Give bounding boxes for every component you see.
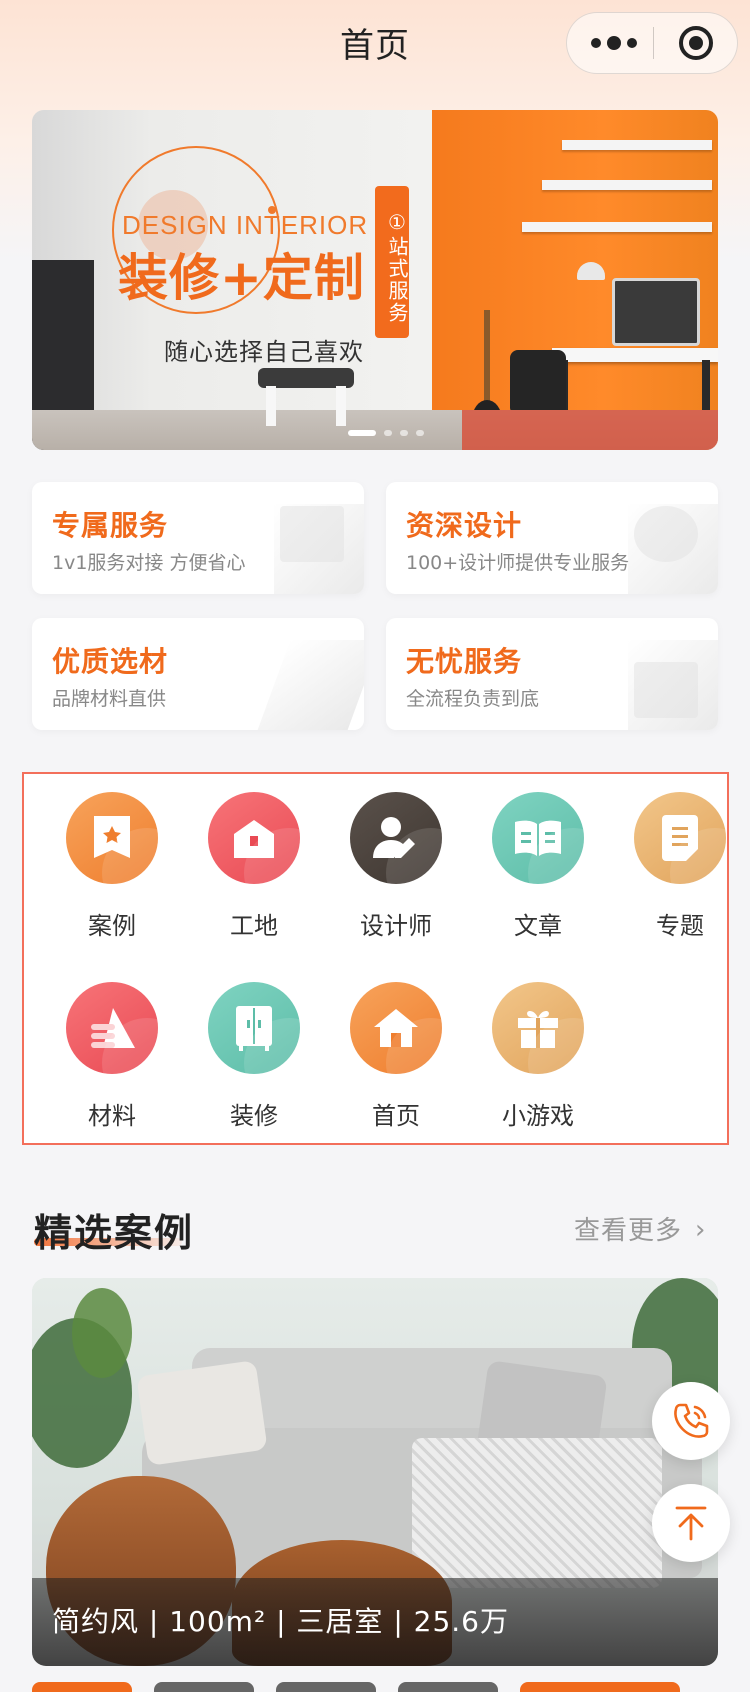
banner-en-text: DESIGN INTERIOR bbox=[122, 210, 369, 240]
banner-pagination bbox=[348, 430, 424, 436]
grid-item-site[interactable]: 工地 bbox=[188, 774, 318, 940]
target-close-icon[interactable] bbox=[679, 26, 713, 60]
view-more-link[interactable]: 查看更多 bbox=[574, 1210, 682, 1247]
grid-item-minigame[interactable]: 小游戏 bbox=[472, 964, 602, 1130]
banner-carousel[interactable]: DESIGN INTERIOR 装修+定制 随心选择自己喜欢 ①站式服务 bbox=[32, 110, 718, 450]
blanket bbox=[412, 1438, 662, 1588]
banner-dot[interactable] bbox=[400, 430, 408, 436]
back-to-top-button[interactable] bbox=[652, 1484, 730, 1562]
banner-dot[interactable] bbox=[384, 430, 392, 436]
site-house-icon bbox=[208, 792, 300, 884]
banner-title: 装修+定制 bbox=[118, 249, 365, 307]
grid-label: 文章 bbox=[514, 912, 562, 940]
case-caption: 简约风 | 100m² | 三居室 | 25.6万 bbox=[52, 1605, 509, 1638]
banner-stool bbox=[258, 368, 354, 388]
feature-desc: 1v1服务对接 方便省心 bbox=[52, 552, 246, 574]
grid-label: 专题 bbox=[656, 912, 704, 940]
grid-label: 材料 bbox=[88, 1102, 136, 1130]
grid-label: 工地 bbox=[230, 912, 278, 940]
filter-tab[interactable] bbox=[32, 1682, 132, 1692]
grid-label: 设计师 bbox=[360, 912, 432, 940]
case-bookmark-icon bbox=[66, 792, 158, 884]
grid-label: 首页 bbox=[372, 1102, 420, 1130]
phone-icon bbox=[674, 1403, 709, 1438]
banner-subtitle: 随心选择自己喜欢 bbox=[164, 338, 364, 366]
chevron-right-icon[interactable]: › bbox=[695, 1215, 705, 1245]
filter-tab[interactable] bbox=[398, 1682, 498, 1692]
more-dots-icon[interactable] bbox=[591, 13, 637, 73]
grid-label: 案例 bbox=[88, 912, 136, 940]
feature-desc: 全流程负责到底 bbox=[406, 688, 540, 710]
grid-label: 小游戏 bbox=[502, 1102, 574, 1130]
feature-card-worryfree[interactable]: 无忧服务 全流程负责到底 bbox=[386, 618, 718, 730]
grid-item-material[interactable]: 材料 bbox=[46, 964, 176, 1130]
grid-item-home[interactable]: 首页 bbox=[330, 964, 460, 1130]
renovation-wardrobe-icon bbox=[208, 982, 300, 1074]
grid-label: 装修 bbox=[230, 1102, 278, 1130]
banner-dot[interactable] bbox=[348, 430, 376, 436]
banner-dot[interactable] bbox=[416, 430, 424, 436]
phone-call-button[interactable] bbox=[652, 1382, 730, 1460]
grid-item-renovation[interactable]: 装修 bbox=[188, 964, 318, 1130]
article-book-icon bbox=[492, 792, 584, 884]
material-stack-icon bbox=[66, 982, 158, 1074]
banner-desk bbox=[552, 348, 718, 362]
game-gift-icon bbox=[492, 982, 584, 1074]
feature-desc: 品牌材料直供 bbox=[52, 688, 167, 710]
filter-tab[interactable] bbox=[520, 1682, 680, 1692]
feature-title: 优质选材 bbox=[52, 645, 169, 678]
banner-chair bbox=[510, 350, 566, 412]
topic-note-icon bbox=[634, 792, 726, 884]
case-card[interactable]: 简约风 | 100m² | 三居室 | 25.6万 bbox=[32, 1278, 718, 1666]
grid-item-case[interactable]: 案例 bbox=[46, 774, 176, 940]
feature-card-design[interactable]: 资深设计 100+设计师提供专业服务 bbox=[386, 482, 718, 594]
home-icon bbox=[350, 982, 442, 1074]
capsule-divider bbox=[653, 27, 654, 59]
category-grid: 案例 工地 设计师 文章 专题 材料 装修 首页 小游戏 bbox=[22, 772, 729, 1145]
feature-card-material[interactable]: 优质选材 品牌材料直供 bbox=[32, 618, 364, 730]
feature-title: 无忧服务 bbox=[406, 645, 523, 678]
back-to-top-icon bbox=[675, 1506, 707, 1541]
banner-tag: ①站式服务 bbox=[375, 186, 409, 338]
filter-tab[interactable] bbox=[276, 1682, 376, 1692]
navigation-bar: 首页 bbox=[0, 0, 750, 88]
section-title: 精选案例 bbox=[34, 1211, 195, 1255]
grid-item-article[interactable]: 文章 bbox=[472, 774, 602, 940]
miniprogram-capsule bbox=[566, 12, 738, 74]
feature-title: 专属服务 bbox=[52, 509, 169, 542]
feature-desc: 100+设计师提供专业服务 bbox=[406, 552, 630, 574]
designer-person-icon bbox=[350, 792, 442, 884]
grid-item-designer[interactable]: 设计师 bbox=[330, 774, 460, 940]
grid-item-topic[interactable]: 专题 bbox=[614, 774, 744, 940]
feature-title: 资深设计 bbox=[406, 509, 523, 542]
banner-monitor bbox=[612, 278, 700, 346]
filter-tab[interactable] bbox=[154, 1682, 254, 1692]
feature-card-exclusive[interactable]: 专属服务 1v1服务对接 方便省心 bbox=[32, 482, 364, 594]
